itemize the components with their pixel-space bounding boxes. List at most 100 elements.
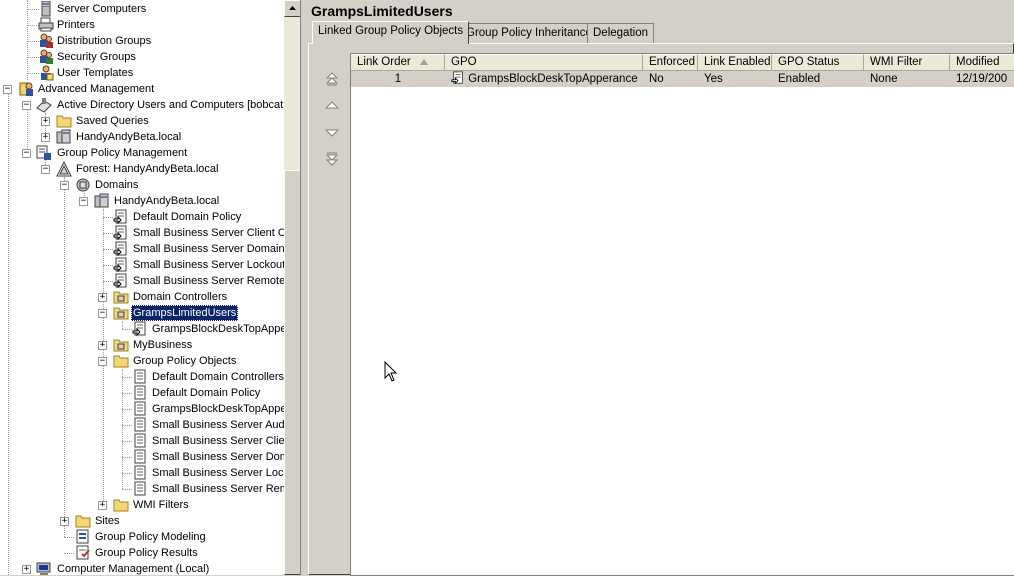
- tree-item-label: Group Policy Modeling: [95, 531, 206, 543]
- tree-item-gpo-link[interactable]: Default Domain Policy: [0, 209, 284, 225]
- tab-linked-gpos[interactable]: Linked Group Policy Objects: [312, 21, 470, 44]
- linked-gpo-table: Link Order GPO Enforced Link Enabled GPO…: [350, 53, 1014, 576]
- tree-item-label: MyBusiness: [133, 339, 193, 351]
- collapse-toggle[interactable]: −: [22, 149, 31, 158]
- cell-link-enabled: Yes: [698, 71, 772, 87]
- scroll-thumb[interactable]: [284, 170, 300, 575]
- printer-icon: [38, 17, 54, 32]
- tree-item-gpo[interactable]: Small Business Server Doma: [0, 449, 284, 465]
- tree-item-computer-management[interactable]: + Computer Management (Local): [0, 561, 284, 575]
- scroll-up-button[interactable]: [284, 0, 300, 17]
- tree-item-distribution-groups[interactable]: Distribution Groups: [0, 33, 284, 49]
- collapse-toggle[interactable]: −: [98, 309, 107, 318]
- domain-icon: [94, 193, 109, 208]
- tree-item-label: Active Directory Users and Computers [bo…: [57, 99, 284, 111]
- tree-item-security-groups[interactable]: Security Groups: [0, 49, 284, 65]
- ad-users-icon: [36, 98, 52, 113]
- move-to-bottom-icon[interactable]: [323, 150, 341, 168]
- tree-item-gramps-limited-users[interactable]: − GrampsLimitedUsers: [0, 305, 284, 321]
- tree-item-group-policy-objects[interactable]: − Group Policy Objects: [0, 353, 284, 369]
- tree-item-saved-queries[interactable]: + Saved Queries: [0, 113, 284, 129]
- move-up-icon[interactable]: [323, 97, 341, 115]
- tree-item-label: Printers: [57, 19, 95, 31]
- expand-toggle[interactable]: +: [22, 565, 31, 574]
- tree-item-label: Security Groups: [57, 51, 136, 63]
- expand-toggle[interactable]: +: [98, 341, 107, 350]
- collapse-toggle[interactable]: −: [60, 181, 69, 190]
- tree-item-gpo[interactable]: Default Domain Controllers: [0, 369, 284, 385]
- tree-item-gpo-link[interactable]: Small Business Server Lockout P: [0, 257, 284, 273]
- tree-item-domains[interactable]: − Domains: [0, 177, 284, 193]
- tree-item-gpo[interactable]: GrampsBlockDeskTopAppera: [0, 401, 284, 417]
- tree-item-domain[interactable]: + HandyAndyBeta.local: [0, 129, 284, 145]
- tree-item-gpo[interactable]: Default Domain Policy: [0, 385, 284, 401]
- forest-icon: [56, 161, 72, 177]
- expand-toggle[interactable]: +: [41, 117, 50, 126]
- expand-toggle[interactable]: +: [98, 501, 107, 510]
- details-pane: GrampsLimitedUsers Linked Group Policy O…: [303, 0, 1014, 576]
- expand-toggle[interactable]: +: [98, 293, 107, 302]
- collapse-toggle[interactable]: −: [41, 165, 50, 174]
- tree-item-label: Distribution Groups: [57, 35, 152, 47]
- column-header-gpo[interactable]: GPO: [445, 54, 643, 71]
- tree-item-advanced-management[interactable]: − Advanced Management: [0, 81, 284, 97]
- column-header-wmi-filter[interactable]: WMI Filter: [864, 54, 950, 71]
- gpo-link-icon: [451, 71, 463, 85]
- collapse-toggle[interactable]: −: [22, 101, 31, 110]
- advanced-management-icon: [19, 82, 33, 96]
- tree-item-group-policy-results[interactable]: Group Policy Results: [0, 545, 284, 561]
- collapse-toggle[interactable]: −: [3, 85, 12, 94]
- tree-item-printers[interactable]: Printers: [0, 17, 284, 33]
- column-header-gpo-status[interactable]: GPO Status: [772, 54, 864, 71]
- tree-item-group-policy-management[interactable]: − Group Policy Management: [0, 145, 284, 161]
- tree-item-label: Small Business Server Lockc: [152, 467, 284, 479]
- tree-item-forest[interactable]: − Forest: HandyAndyBeta.local: [0, 161, 284, 177]
- tree-scrollbar[interactable]: [284, 0, 300, 575]
- page-title: GrampsLimitedUsers: [311, 3, 453, 19]
- tab-gp-inheritance[interactable]: Group Policy Inheritance: [460, 23, 598, 43]
- tree-item-label: Small Business Server Domain P: [133, 243, 284, 255]
- gpo-link-icon: [132, 321, 146, 337]
- tree-item-gpo[interactable]: Small Business Server Remc: [0, 481, 284, 497]
- column-header-link-enabled[interactable]: Link Enabled: [698, 54, 772, 71]
- tree-item-label: Small Business Server Audit: [152, 419, 284, 431]
- tree-item-gpo-link[interactable]: Small Business Server Client Co: [0, 225, 284, 241]
- cell-wmi-filter: None: [864, 71, 950, 87]
- column-header-link-order[interactable]: Link Order: [351, 54, 445, 71]
- cell-enforced: No: [643, 71, 698, 87]
- expand-toggle[interactable]: +: [41, 133, 50, 142]
- expand-toggle[interactable]: +: [60, 517, 69, 526]
- tree-item-server-computers[interactable]: Server Computers: [0, 1, 284, 17]
- tree-item-domain-controllers[interactable]: + Domain Controllers: [0, 289, 284, 305]
- tree-item-gpo[interactable]: Small Business Server Lockc: [0, 465, 284, 481]
- tree-item-gpo-link[interactable]: Small Business Server Remote A: [0, 273, 284, 289]
- collapse-toggle[interactable]: −: [98, 357, 107, 366]
- tree-item-label: HandyAndyBeta.local: [76, 131, 182, 143]
- move-down-icon[interactable]: [323, 124, 341, 142]
- tree-item-label: HandyAndyBeta.local: [114, 195, 220, 207]
- tree-item-wmi-filters[interactable]: + WMI Filters: [0, 497, 284, 513]
- tree-item-label: Small Business Server Lockout P: [133, 259, 284, 271]
- gpo-icon: [134, 481, 146, 496]
- tab-delegation[interactable]: Delegation: [587, 23, 654, 43]
- arrow-up-icon: [289, 6, 296, 10]
- tree-item-user-templates[interactable]: User Templates: [0, 65, 284, 81]
- tree-item-active-directory-users[interactable]: − Active Directory Users and Computers […: [0, 97, 284, 113]
- tree-item-gpo[interactable]: Small Business Server Client: [0, 433, 284, 449]
- tree-item-domain-handyandybeta[interactable]: − HandyAndyBeta.local: [0, 193, 284, 209]
- console-tree: Server Computers Printers Distribution G…: [0, 0, 284, 575]
- collapse-toggle[interactable]: −: [79, 197, 88, 206]
- tree-item-label: User Templates: [57, 67, 134, 79]
- column-header-enforced[interactable]: Enforced: [643, 54, 698, 71]
- tree-item-gpo-link[interactable]: Small Business Server Domain P: [0, 241, 284, 257]
- tree-item-mybusiness[interactable]: + MyBusiness: [0, 337, 284, 353]
- tree-item-gpo-link[interactable]: GrampsBlockDeskTopAppera: [0, 321, 284, 337]
- tree-item-gpo[interactable]: Small Business Server Audit: [0, 417, 284, 433]
- move-to-top-icon[interactable]: [323, 70, 341, 88]
- tree-item-group-policy-modeling[interactable]: Group Policy Modeling: [0, 529, 284, 545]
- tree-item-label: Small Business Server Remc: [152, 483, 284, 495]
- tab-panel: Link Order GPO Enforced Link Enabled GPO…: [308, 43, 1014, 576]
- group-policy-icon: [36, 145, 51, 160]
- tree-item-sites[interactable]: + Sites: [0, 513, 284, 529]
- column-header-modified[interactable]: Modified: [950, 54, 1014, 71]
